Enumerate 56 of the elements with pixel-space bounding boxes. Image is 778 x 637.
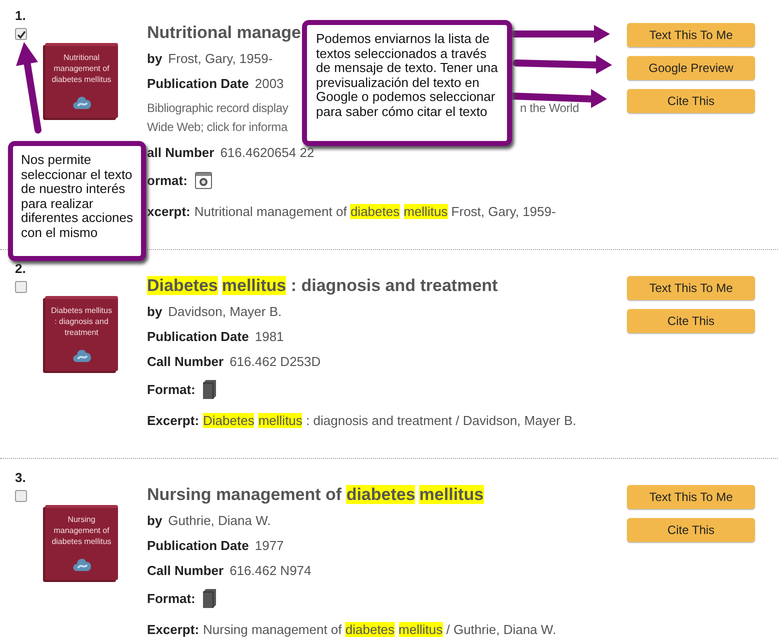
action-button[interactable]: Google Preview — [627, 56, 755, 80]
cloud-logo-icon — [72, 94, 93, 110]
action-button[interactable]: Text This To Me — [627, 23, 755, 47]
field-label: xcerpt: — [147, 202, 190, 221]
field-label: Publication Date — [147, 74, 249, 93]
record-note: Wide Web; click for informa — [147, 119, 288, 136]
select-checkbox[interactable] — [15, 490, 27, 502]
web-page-icon — [195, 172, 212, 189]
select-checkbox[interactable] — [15, 28, 27, 40]
cover-title: Nursing management of diabetes mellitus — [50, 514, 112, 547]
field-label: Excerpt: — [147, 412, 200, 430]
field-label: all Number — [147, 144, 214, 162]
field-value: 616.462 N974 — [230, 562, 312, 580]
excerpt-text: Diabetes mellitus : diagnosis and treatment / Davidson, Mayer B. — [203, 412, 576, 430]
field-value: 1977 — [254, 536, 284, 555]
select-checkbox[interactable] — [15, 281, 27, 293]
book-icon — [203, 589, 216, 608]
author-value: Guthrie, Diana W. — [168, 512, 271, 530]
field-label: Format: — [147, 380, 196, 399]
record-note: Bibliographic record display — [147, 100, 288, 117]
cover-title: Nutritional management of diabetes mellitus — [50, 52, 112, 85]
author-value: Davidson, Mayer B. — [168, 302, 282, 321]
result-number: 3. — [15, 470, 27, 486]
field-label: by — [147, 302, 162, 321]
action-button[interactable]: Cite This — [627, 518, 755, 542]
cloud-logo-icon — [72, 347, 93, 363]
cloud-logo-icon — [72, 556, 93, 572]
field-label: Publication Date — [147, 328, 249, 346]
record-title: Nursing management of diabetes mellitus — [147, 484, 484, 506]
callout-text: Nos permite seleccionar el texto de nuestro interés para realizar diferentes acciones con el mismo — [21, 153, 133, 241]
action-button[interactable]: Text This To Me — [627, 485, 755, 509]
cover-title: Diabetes mellitus : diagnosis and treatment — [50, 305, 113, 338]
result-number: 2. — [15, 261, 27, 277]
record-title: Diabetes mellitus : diagnosis and treatment — [147, 275, 498, 298]
field-value: 616.462 D253D — [230, 352, 321, 371]
excerpt-text: Nursing management of diabetes mellitus / Guthrie, Diana W. — [203, 620, 556, 637]
result-number: 1. — [15, 8, 27, 24]
excerpt-text: Nutritional management of diabetes mellitus Frost, Gary, 1959- — [194, 202, 556, 221]
action-button[interactable]: Cite This — [627, 89, 755, 113]
field-label: Call Number — [147, 562, 224, 580]
field-label: by — [147, 512, 162, 530]
record-note: n the World — [520, 100, 579, 117]
field-label: Publication Date — [147, 536, 249, 555]
field-label: Excerpt: — [147, 620, 200, 637]
action-button[interactable]: Cite This — [627, 309, 755, 333]
field-value: 616.4620654 22 — [220, 144, 314, 162]
field-label: ormat: — [147, 172, 188, 190]
field-label: by — [147, 50, 162, 68]
book-icon — [203, 380, 216, 399]
field-label: Call Number — [147, 352, 224, 371]
field-value: 2003 — [254, 74, 284, 93]
author-value: Frost, Gary, 1959- — [168, 50, 273, 68]
action-button[interactable]: Text This To Me — [627, 276, 755, 300]
callout-text: Podemos enviarnos la lista de textos seleccionados a través de mensaje de texto. Tener una previsualización del texto en Google o podemos seleccionar para saber cómo citar el texto — [316, 32, 498, 120]
field-label: Format: — [147, 590, 196, 608]
field-value: 1981 — [254, 328, 284, 346]
